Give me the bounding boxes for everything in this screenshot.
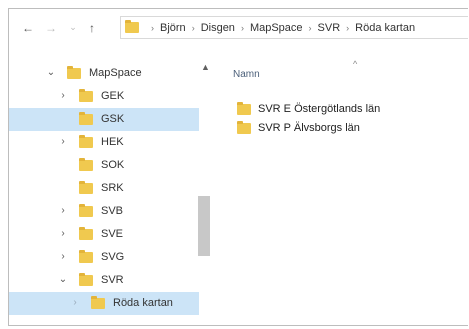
back-arrow-icon[interactable]: ← (22, 21, 34, 35)
navigation-pane: ⌄ MapSpace › GEK GSK › HEK SOK SRK › SVB… (9, 46, 211, 325)
expand-chevron-icon[interactable]: › (69, 297, 81, 308)
tree-item-roda-kartan[interactable]: › Röda kartan (9, 292, 199, 315)
breadcrumb-item[interactable]: Björn (160, 22, 186, 34)
recent-locations-icon[interactable]: ⌄ (67, 20, 79, 34)
breadcrumb-item[interactable]: MapSpace (250, 22, 303, 34)
expand-chevron-icon[interactable]: ⌄ (45, 67, 57, 78)
folder-icon (79, 273, 93, 286)
list-item-label: SVR P Älvsborgs län (258, 122, 360, 134)
folder-icon (79, 204, 93, 217)
tree-item-mapspace[interactable]: ⌄ MapSpace (9, 62, 199, 85)
tree-item-gek[interactable]: › GEK (9, 85, 199, 108)
folder-icon (67, 66, 81, 79)
tree-item-label: MapSpace (89, 67, 142, 79)
expand-chevron-icon[interactable]: › (57, 90, 69, 101)
breadcrumb-separator-icon: › (240, 22, 244, 33)
scroll-up-arrow-icon[interactable]: ▲ (200, 62, 211, 72)
list-item[interactable]: SVR E Östergötlands län (237, 100, 467, 118)
expand-chevron-icon[interactable]: › (57, 136, 69, 147)
address-bar[interactable]: › Björn › Disgen › MapSpace › SVR › Röda… (120, 16, 468, 39)
folder-icon (237, 120, 251, 134)
breadcrumb-item[interactable]: SVR (318, 22, 341, 34)
tree-item-label: SVB (101, 205, 124, 217)
tree-item-svg[interactable]: › SVG (9, 246, 199, 269)
tree-item-srk[interactable]: SRK (9, 177, 199, 200)
tree-item-label: SOK (101, 159, 125, 171)
folder-icon (79, 135, 93, 148)
sort-indicator-icon: ^ (353, 59, 358, 69)
tree-item-sok[interactable]: SOK (9, 154, 199, 177)
file-list-pane: ^ Namn SVR E Östergötlands län SVR P Älv… (227, 46, 468, 325)
list-item[interactable]: SVR P Älvsborgs län (237, 119, 467, 137)
folder-icon (237, 101, 251, 115)
breadcrumb-separator-icon: › (191, 22, 195, 33)
tree-item-label: GEK (101, 90, 125, 102)
folder-icon (91, 296, 105, 309)
breadcrumb-item[interactable]: Disgen (201, 22, 235, 34)
file-explorer-window: ← → ⌄ ↑ › Björn › Disgen › MapSpace › SV… (8, 8, 468, 326)
forward-arrow-icon[interactable]: → (45, 21, 57, 35)
folder-icon (79, 250, 93, 263)
breadcrumb-item[interactable]: Röda kartan (355, 22, 415, 34)
expand-chevron-icon[interactable]: › (57, 251, 69, 262)
tree-item-gsk[interactable]: GSK (9, 108, 199, 131)
tree-item-label: SRK (101, 182, 124, 194)
tree-item-hek[interactable]: › HEK (9, 131, 199, 154)
breadcrumb-separator-icon: › (151, 22, 154, 33)
address-bar-row: ← → ⌄ ↑ › Björn › Disgen › MapSpace › SV… (9, 9, 468, 46)
folder-icon (79, 112, 93, 125)
folder-icon (79, 181, 93, 194)
folder-icon (79, 227, 93, 240)
tree-item-label: SVG (101, 251, 125, 263)
column-header-name[interactable]: Namn (233, 69, 260, 80)
folder-icon (125, 20, 139, 33)
tree-item-label: SVE (101, 228, 124, 240)
tree-item-sve[interactable]: › SVE (9, 223, 199, 246)
breadcrumb-separator-icon: › (308, 22, 312, 33)
tree-item-svr[interactable]: ⌄ SVR (9, 269, 199, 292)
breadcrumb-separator-icon: › (346, 22, 350, 33)
scrollbar-thumb[interactable] (198, 196, 210, 256)
up-arrow-icon[interactable]: ↑ (86, 21, 98, 35)
folder-icon (79, 158, 93, 171)
tree-item-label: Röda kartan (113, 297, 173, 309)
tree-item-label: GSK (101, 113, 125, 125)
tree-item-svb[interactable]: › SVB (9, 200, 199, 223)
expand-chevron-icon[interactable]: › (57, 205, 69, 216)
tree-item-label: SVR (101, 274, 124, 286)
expand-chevron-icon[interactable]: ⌄ (57, 274, 69, 285)
tree-item-label: HEK (101, 136, 124, 148)
expand-chevron-icon[interactable]: › (57, 228, 69, 239)
list-item-label: SVR E Östergötlands län (258, 103, 381, 115)
folder-icon (79, 89, 93, 102)
